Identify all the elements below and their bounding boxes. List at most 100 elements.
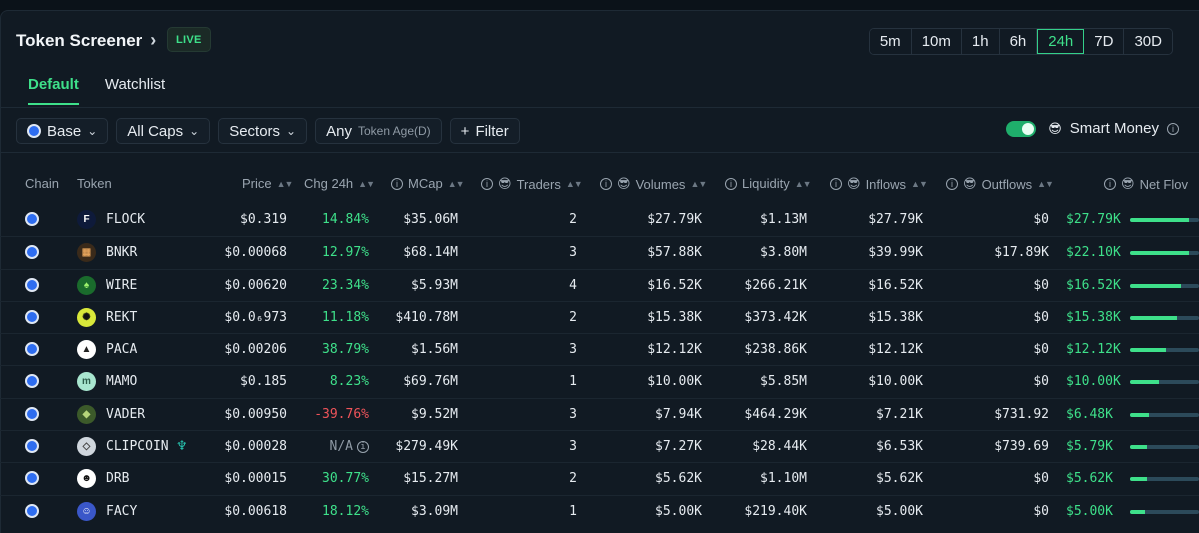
timeframe-10m[interactable]: 10m	[911, 29, 962, 54]
tabs-divider	[0, 107, 1199, 108]
chain-dropdown[interactable]: Base ⌄	[16, 118, 109, 144]
timeframe-7d[interactable]: 7D	[1084, 29, 1125, 54]
token-symbol[interactable]: FACY	[106, 504, 137, 519]
col-outflows[interactable]: i 😎 Outflows ▲▼	[946, 176, 1054, 192]
table-row[interactable]: ☺ FACY $0.00618 18.12% $3.09M 1 $5.00K $219.40K…	[0, 494, 1199, 527]
cell-price: $0.00015	[224, 471, 287, 487]
col-liquidity[interactable]: i Liquidity ▲▼	[725, 176, 812, 191]
token-symbol[interactable]: VADER	[106, 407, 145, 422]
netflow-bar	[1130, 348, 1199, 353]
info-icon[interactable]: i	[481, 178, 493, 190]
cell-inflows: $15.38K	[868, 309, 923, 325]
paca-icon: ▲	[77, 340, 96, 360]
cell-chg: 23.34%	[322, 277, 369, 293]
rekt-icon: ✺	[77, 307, 96, 327]
info-icon[interactable]: i	[1167, 122, 1179, 135]
facy-icon: ☺	[77, 501, 96, 521]
table-row[interactable]: ♠ WIRE $0.00620 23.34% $5.93M 4 $16.52K $266.21…	[0, 268, 1199, 301]
col-token-label: Token	[77, 176, 112, 191]
table-row[interactable]: ✺ REKT $0.0₆973 11.18% $410.78M 2 $15.38K $373.…	[0, 300, 1199, 333]
chevron-down-icon: ⌄	[189, 124, 200, 138]
timeframe-24h[interactable]: 24h	[1037, 29, 1085, 54]
cell-volumes: $27.79K	[647, 212, 702, 227]
info-icon[interactable]: i	[391, 177, 403, 190]
cell-mcap: $9.52M	[411, 406, 458, 422]
cell-volumes: $57.88K	[647, 245, 702, 261]
cell-price: $0.00950	[224, 406, 287, 422]
cell-netflow: $16.52K	[1066, 277, 1121, 293]
info-icon[interactable]: i	[600, 178, 612, 190]
tab-default[interactable]: Default	[28, 76, 79, 105]
cell-mcap: $68.14M	[403, 245, 458, 261]
smart-money-toggle[interactable]	[1006, 120, 1037, 137]
netflow-bar	[1130, 477, 1199, 482]
base-chain-icon	[25, 471, 39, 489]
col-netflow[interactable]: i 😎 Net Flov	[1104, 176, 1188, 192]
table-header: Chain Token Price ▲▼ Chg 24h ▲▼ i MCap ▲▼ i 😎…	[0, 170, 1199, 198]
netflow-bar-fill	[1130, 477, 1147, 482]
token-age-filter[interactable]: Any Token Age(D)	[315, 118, 442, 144]
col-traders[interactable]: i 😎 Traders ▲▼	[481, 176, 583, 192]
token-symbol[interactable]: CLIPCOIN	[106, 439, 169, 454]
cell-inflows: $27.79K	[868, 212, 923, 227]
table-row[interactable]: ◆ VADER $0.00950 -39.76% $9.52M 3 $7.94K $464.2…	[0, 397, 1199, 430]
netflow-bar	[1130, 283, 1199, 288]
sort-icon: ▲▼	[690, 179, 707, 189]
timeframe-1h[interactable]: 1h	[961, 29, 1000, 54]
table-row[interactable]: ▲ PACA $0.00206 38.79% $1.56M 3 $12.12K $238.86…	[0, 333, 1199, 365]
table-row[interactable]: ◇ CLIPCOIN ♆ $0.00028 i N/A $279.49K 3 $7.27K $28…	[0, 430, 1199, 462]
col-chg[interactable]: Chg 24h ▲▼	[304, 176, 375, 191]
cell-mcap: $279.49K	[395, 439, 458, 455]
info-icon[interactable]: i	[725, 177, 737, 190]
info-icon[interactable]: i	[946, 178, 958, 190]
col-inflows[interactable]: i 😎 Inflows ▲▼	[830, 176, 928, 192]
table-row[interactable]: ▦ BNKR $0.00068 12.97% $68.14M 3 $57.88K $3.80M…	[0, 236, 1199, 268]
cell-outflows: $731.92	[994, 406, 1049, 422]
sort-icon: ▲▼	[794, 178, 812, 189]
info-icon[interactable]: i	[830, 178, 842, 190]
table-row[interactable]: m MAMO $0.185 8.23% $69.76M 1 $10.00K $5.85M $10…	[0, 365, 1199, 397]
timeframe-6h[interactable]: 6h	[999, 29, 1038, 54]
sort-icon: ▲▼	[1037, 179, 1054, 189]
cell-price: $0.00028	[224, 439, 287, 455]
sunglasses-icon: 😎	[498, 176, 512, 191]
col-volumes[interactable]: i 😎 Volumes ▲▼	[600, 176, 707, 192]
timeframe-5m[interactable]: 5m	[869, 29, 912, 54]
chevron-right-icon: ›	[150, 30, 157, 50]
token-symbol[interactable]: DRB	[106, 471, 129, 486]
table-row[interactable]: F FLOCK $0.319 14.84% $35.06M 2 $27.79K $1.13M $…	[0, 204, 1199, 236]
col-netflow-label: Net Flov	[1139, 176, 1188, 192]
caps-dropdown[interactable]: All Caps ⌄	[116, 118, 211, 144]
info-icon[interactable]: i	[357, 441, 369, 454]
token-symbol[interactable]: FLOCK	[106, 212, 145, 227]
page-title[interactable]: Token Screener ›	[16, 30, 156, 51]
cell-chg: 30.77%	[322, 471, 369, 487]
col-mcap[interactable]: i MCap ▲▼	[391, 176, 465, 191]
sectors-dropdown[interactable]: Sectors ⌄	[218, 118, 308, 144]
flock-icon: F	[77, 210, 96, 229]
cell-traders: 3	[569, 245, 577, 261]
col-price[interactable]: Price ▲▼	[242, 176, 293, 191]
cell-netflow: $12.12K	[1066, 342, 1121, 358]
sectors-dropdown-label: Sectors	[229, 122, 281, 140]
token-symbol[interactable]: WIRE	[106, 278, 137, 293]
cell-chg: 12.97%	[322, 245, 369, 261]
token-symbol[interactable]: REKT	[106, 310, 137, 325]
cell-outflows: $0	[1033, 374, 1049, 390]
cell-mcap: $3.09M	[411, 503, 458, 519]
cell-outflows: $17.89K	[994, 245, 1049, 261]
cell-mcap: $69.76M	[403, 374, 458, 390]
filter-bar: Base ⌄ All Caps ⌄ Sectors ⌄ Any Token Ag…	[16, 118, 520, 144]
token-symbol[interactable]: MAMO	[106, 374, 137, 389]
table-row[interactable]: ☻ DRB $0.00015 30.77% $15.27M 2 $5.62K $1.10M $5…	[0, 462, 1199, 494]
cell-traders: 2	[569, 309, 577, 325]
cell-price: $0.00620	[224, 277, 287, 293]
timeframe-30d[interactable]: 30D	[1124, 29, 1172, 54]
filter-button[interactable]: + Filter	[449, 118, 520, 144]
token-symbol[interactable]: PACA	[106, 342, 137, 357]
info-icon[interactable]: i	[1104, 178, 1116, 190]
token-symbol[interactable]: BNKR	[106, 245, 137, 260]
cell-chg: 11.18%	[322, 309, 369, 325]
tab-watchlist[interactable]: Watchlist	[105, 76, 165, 105]
wire-icon: ♠	[77, 275, 96, 295]
